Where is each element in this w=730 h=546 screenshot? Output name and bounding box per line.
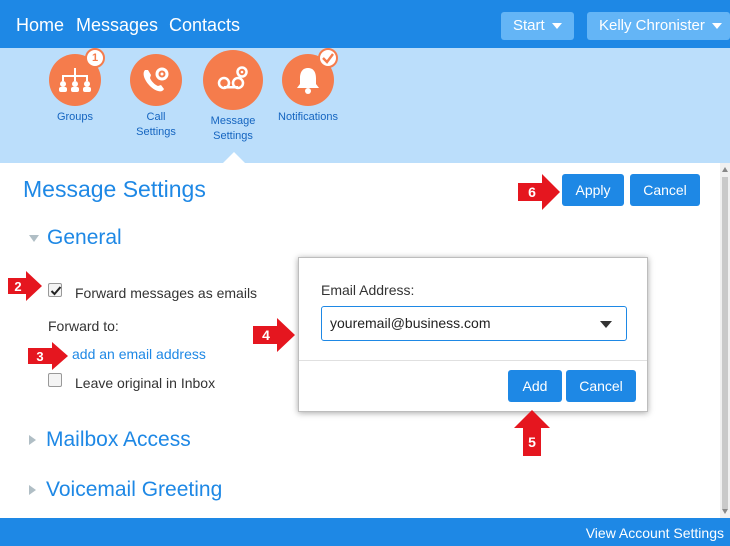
call-settings-icon <box>130 54 182 106</box>
message-settings-nav-item[interactable]: Message Settings <box>196 50 270 144</box>
call-settings-nav-item[interactable]: Call Settings <box>119 54 193 140</box>
start-label: Start <box>513 17 545 34</box>
nav-home-link[interactable]: Home <box>16 15 64 36</box>
email-address-select[interactable]: youremail@business.com <box>321 306 627 341</box>
view-account-settings-link[interactable]: View Account Settings <box>586 525 724 541</box>
dialog-divider <box>299 360 647 361</box>
groups-nav-item[interactable]: 1 Groups <box>38 48 112 125</box>
dialog-add-button[interactable]: Add <box>508 370 562 402</box>
voicemail-greeting-section-header[interactable]: Voicemail Greeting <box>29 478 222 502</box>
notification-bell-icon <box>282 48 338 106</box>
chevron-down-icon <box>29 234 39 242</box>
chevron-right-icon <box>29 485 36 496</box>
step-6-number: 6 <box>528 184 536 200</box>
check-icon <box>318 48 338 68</box>
step-2-callout: 2 <box>8 271 42 301</box>
step-5-number: 5 <box>528 434 536 450</box>
checkmark-icon <box>50 286 62 296</box>
top-nav-bar: Home Messages Contacts Start Kelly Chron… <box>0 0 730 48</box>
groups-count-badge: 1 <box>85 48 105 68</box>
call-settings-label-text: Call Settings <box>136 111 176 138</box>
email-address-label: Email Address: <box>321 282 415 298</box>
leave-original-checkbox[interactable] <box>48 373 62 387</box>
chevron-down-icon <box>711 23 722 30</box>
step-4-number: 4 <box>262 327 270 343</box>
step-5-callout: 5 <box>514 410 550 456</box>
nav-contacts-link[interactable]: Contacts <box>169 15 240 36</box>
forward-messages-label: Forward messages as emails <box>75 285 258 301</box>
step-6-callout: 6 <box>518 174 560 210</box>
page-title: Message Settings <box>23 176 206 202</box>
app-window: Home Messages Contacts Start Kelly Chron… <box>0 0 730 546</box>
nav-messages-link[interactable]: Messages <box>76 15 158 36</box>
step-3-callout: 3 <box>28 342 68 370</box>
mailbox-access-section-header[interactable]: Mailbox Access <box>29 428 191 452</box>
user-menu-button[interactable]: Kelly Chronister <box>587 12 730 40</box>
apply-button[interactable]: Apply <box>562 174 624 206</box>
mailbox-access-label: Mailbox Access <box>46 428 191 451</box>
voicemail-settings-icon <box>203 50 263 110</box>
email-address-value: youremail@business.com <box>330 315 491 331</box>
cancel-button[interactable]: Cancel <box>630 174 700 206</box>
step-3-number: 3 <box>36 349 43 364</box>
scroll-up-icon[interactable] <box>722 167 728 172</box>
voicemail-greeting-label: Voicemail Greeting <box>46 478 223 501</box>
chevron-down-icon <box>600 321 612 328</box>
settings-icon-bar: 1 Groups Call Settings Message Settings … <box>0 48 730 163</box>
message-settings-label: Message Settings <box>196 114 270 144</box>
notifications-nav-item[interactable]: Notifications <box>271 48 345 125</box>
add-email-address-link[interactable]: add an email address <box>72 346 206 362</box>
scroll-down-icon[interactable] <box>722 509 728 514</box>
notifications-label: Notifications <box>278 111 338 123</box>
leave-original-label: Leave original in Inbox <box>75 375 216 391</box>
groups-icon: 1 <box>49 48 105 106</box>
step-2-number: 2 <box>14 279 21 294</box>
general-section-header[interactable]: General <box>29 226 122 250</box>
email-address-dialog: Email Address: youremail@business.com Ad… <box>298 257 648 412</box>
user-name-label: Kelly Chronister <box>599 17 705 34</box>
chevron-right-icon <box>29 435 36 446</box>
start-dropdown-button[interactable]: Start <box>501 12 574 40</box>
footer-bar: View Account Settings <box>0 518 730 546</box>
vertical-scrollbar[interactable] <box>720 163 730 518</box>
forward-to-label: Forward to: <box>48 318 119 334</box>
active-tab-pointer <box>223 152 245 163</box>
general-section-label: General <box>47 226 122 249</box>
dialog-cancel-button[interactable]: Cancel <box>566 370 636 402</box>
step-4-callout: 4 <box>253 318 295 352</box>
scroll-thumb[interactable] <box>722 177 728 509</box>
chevron-down-icon <box>551 23 562 30</box>
forward-messages-checkbox[interactable] <box>48 283 62 297</box>
groups-label: Groups <box>56 111 94 123</box>
message-settings-label-text: Message Settings <box>210 115 256 142</box>
call-settings-label: Call Settings <box>119 110 193 140</box>
